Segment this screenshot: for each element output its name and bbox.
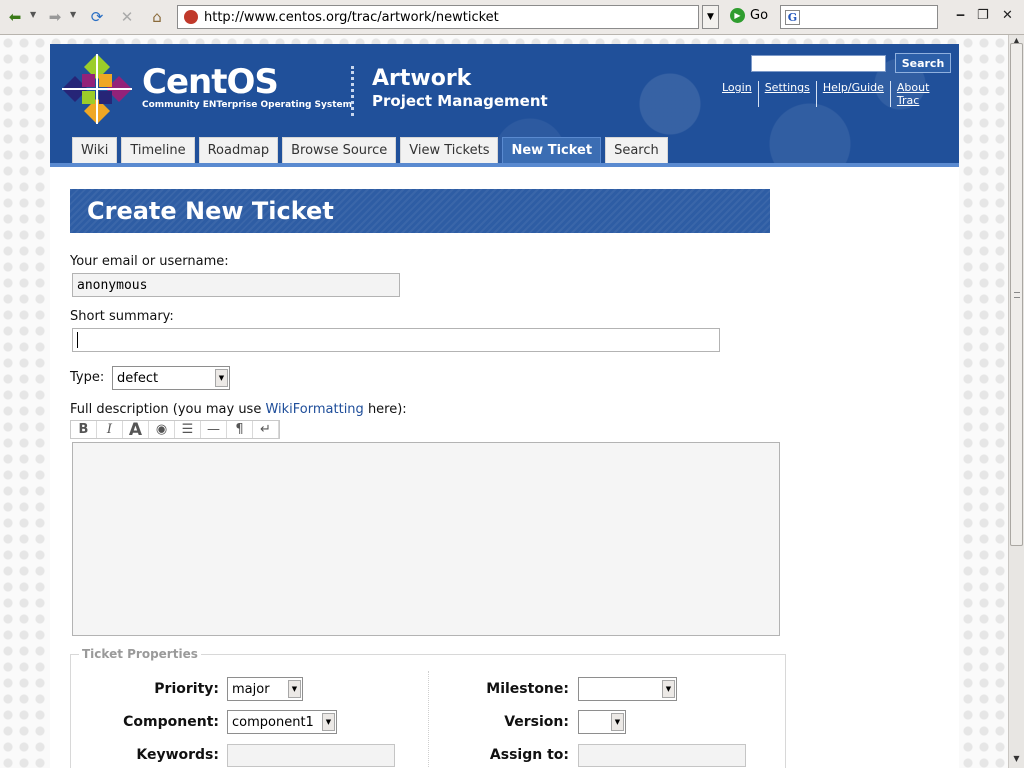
properties-divider: [428, 671, 429, 768]
summary-label: Short summary:: [70, 309, 174, 324]
wiki-toolbar: B I A ◉ ☰ — ¶ ↵: [70, 420, 280, 440]
description-suffix: here):: [363, 402, 407, 417]
browser-toolbar: ⬅ ▼ ➡ ▼ ⟳ ✕ ⌂ http://www.centos.org/trac…: [0, 0, 1024, 35]
line-break-icon[interactable]: ↵: [253, 421, 279, 438]
tab-roadmap[interactable]: Roadmap: [198, 137, 279, 163]
reload-icon[interactable]: ⟳: [86, 7, 108, 27]
version-label: Version:: [504, 714, 569, 730]
heading-icon[interactable]: A: [123, 420, 149, 440]
tab-view-tickets[interactable]: View Tickets: [400, 137, 499, 163]
wiki-formatting-link[interactable]: WikiFormatting: [265, 402, 363, 417]
tab-search[interactable]: Search: [605, 137, 668, 163]
brand-tagline: Community ENTerprise Operating System: [142, 100, 353, 110]
scroll-down-icon[interactable]: ▼: [1011, 753, 1022, 764]
keywords-input[interactable]: [227, 744, 395, 767]
search-engine-box[interactable]: G: [780, 5, 938, 29]
bold-icon[interactable]: B: [71, 421, 97, 438]
reporter-input[interactable]: anonymous: [72, 273, 400, 297]
site-favicon-icon: [184, 10, 198, 24]
milestone-label: Milestone:: [486, 681, 569, 697]
site-header: CentOS Community ENTerprise Operating Sy…: [50, 44, 959, 167]
site-search-button[interactable]: Search: [895, 53, 951, 73]
type-label: Type:: [70, 370, 105, 385]
type-value: defect: [117, 370, 159, 386]
back-icon[interactable]: ⬅: [4, 7, 26, 27]
description-textarea[interactable]: [72, 442, 780, 636]
summary-input[interactable]: [72, 328, 720, 352]
vertical-scrollbar[interactable]: ▲ ▼: [1008, 35, 1024, 768]
home-icon[interactable]: ⌂: [146, 7, 168, 27]
forward-history-dropdown-icon[interactable]: ▼: [70, 10, 76, 19]
description-label: Full description (you may use WikiFormat…: [70, 402, 407, 417]
forward-icon[interactable]: ➡: [44, 7, 66, 27]
italic-icon[interactable]: I: [97, 421, 123, 438]
tab-timeline[interactable]: Timeline: [121, 137, 195, 163]
go-icon: ▶: [730, 8, 745, 23]
brand-separator: [351, 66, 355, 116]
priority-label: Priority:: [154, 681, 219, 697]
main-navigation: Wiki Timeline Roadmap Browse Source View…: [72, 137, 672, 163]
priority-value: major: [232, 681, 270, 697]
page-title: Create New Ticket: [70, 189, 770, 233]
paragraph-icon[interactable]: ¶: [227, 421, 253, 438]
help-guide-link[interactable]: Help/Guide: [815, 81, 890, 107]
go-button[interactable]: ▶ Go: [730, 8, 768, 23]
ticket-properties-legend: Ticket Properties: [79, 647, 201, 661]
google-icon[interactable]: G: [785, 9, 800, 25]
code-block-icon[interactable]: ☰: [175, 421, 201, 438]
tab-wiki[interactable]: Wiki: [72, 137, 118, 163]
chevron-down-icon: ▼: [215, 369, 228, 387]
site-search-input[interactable]: [751, 55, 886, 72]
page-viewport: CentOS Community ENTerprise Operating Sy…: [0, 35, 1008, 768]
chevron-down-icon: ▼: [611, 713, 624, 731]
minimize-icon[interactable]: ‒: [956, 8, 965, 23]
go-label: Go: [750, 8, 769, 23]
version-select[interactable]: ▼: [578, 710, 626, 734]
milestone-select[interactable]: ▼: [578, 677, 677, 701]
url-text[interactable]: http://www.centos.org/trac/artwork/newti…: [204, 10, 499, 25]
stop-icon[interactable]: ✕: [116, 7, 138, 27]
brand-name[interactable]: CentOS: [142, 62, 279, 102]
centos-logo-icon[interactable]: [60, 52, 134, 126]
chevron-down-icon: ▼: [288, 680, 301, 698]
reporter-value: anonymous: [77, 277, 148, 293]
assign-to-input[interactable]: [578, 744, 746, 767]
type-select[interactable]: defect ▼: [112, 366, 230, 390]
about-trac-link[interactable]: About Trac: [889, 81, 959, 107]
keywords-label: Keywords:: [136, 747, 219, 763]
address-bar[interactable]: http://www.centos.org/trac/artwork/newti…: [177, 5, 699, 29]
project-title: Artwork: [372, 66, 472, 91]
settings-link[interactable]: Settings: [757, 81, 816, 107]
meta-navigation: Login Settings Help/Guide About Trac: [716, 81, 959, 107]
back-history-dropdown-icon[interactable]: ▼: [30, 10, 36, 19]
scrollbar-grip: [1014, 292, 1020, 298]
component-select[interactable]: component1 ▼: [227, 710, 337, 734]
ticket-properties: Ticket Properties Priority: major ▼ Comp…: [70, 647, 786, 768]
chevron-down-icon: ▼: [662, 680, 675, 698]
reporter-label: Your email or username:: [70, 254, 229, 269]
chevron-down-icon: ▼: [322, 713, 335, 731]
close-window-icon[interactable]: ✕: [1002, 8, 1013, 23]
assign-to-label: Assign to:: [489, 747, 569, 763]
tab-browse-source[interactable]: Browse Source: [282, 137, 397, 163]
text-caret: [77, 332, 78, 348]
maximize-icon[interactable]: ❐: [977, 8, 989, 23]
component-label: Component:: [123, 714, 219, 730]
description-prefix: Full description (you may use: [70, 402, 266, 417]
link-icon[interactable]: ◉: [149, 421, 175, 438]
tab-new-ticket[interactable]: New Ticket: [502, 137, 602, 163]
scrollbar-thumb[interactable]: [1010, 43, 1023, 546]
horizontal-rule-icon[interactable]: —: [201, 421, 227, 438]
component-value: component1: [232, 714, 314, 730]
url-history-dropdown-icon[interactable]: ▼: [702, 5, 719, 29]
trac-page: CentOS Community ENTerprise Operating Sy…: [50, 44, 959, 768]
login-link[interactable]: Login: [716, 81, 758, 107]
priority-select[interactable]: major ▼: [227, 677, 303, 701]
project-subtitle: Project Management: [372, 92, 548, 110]
